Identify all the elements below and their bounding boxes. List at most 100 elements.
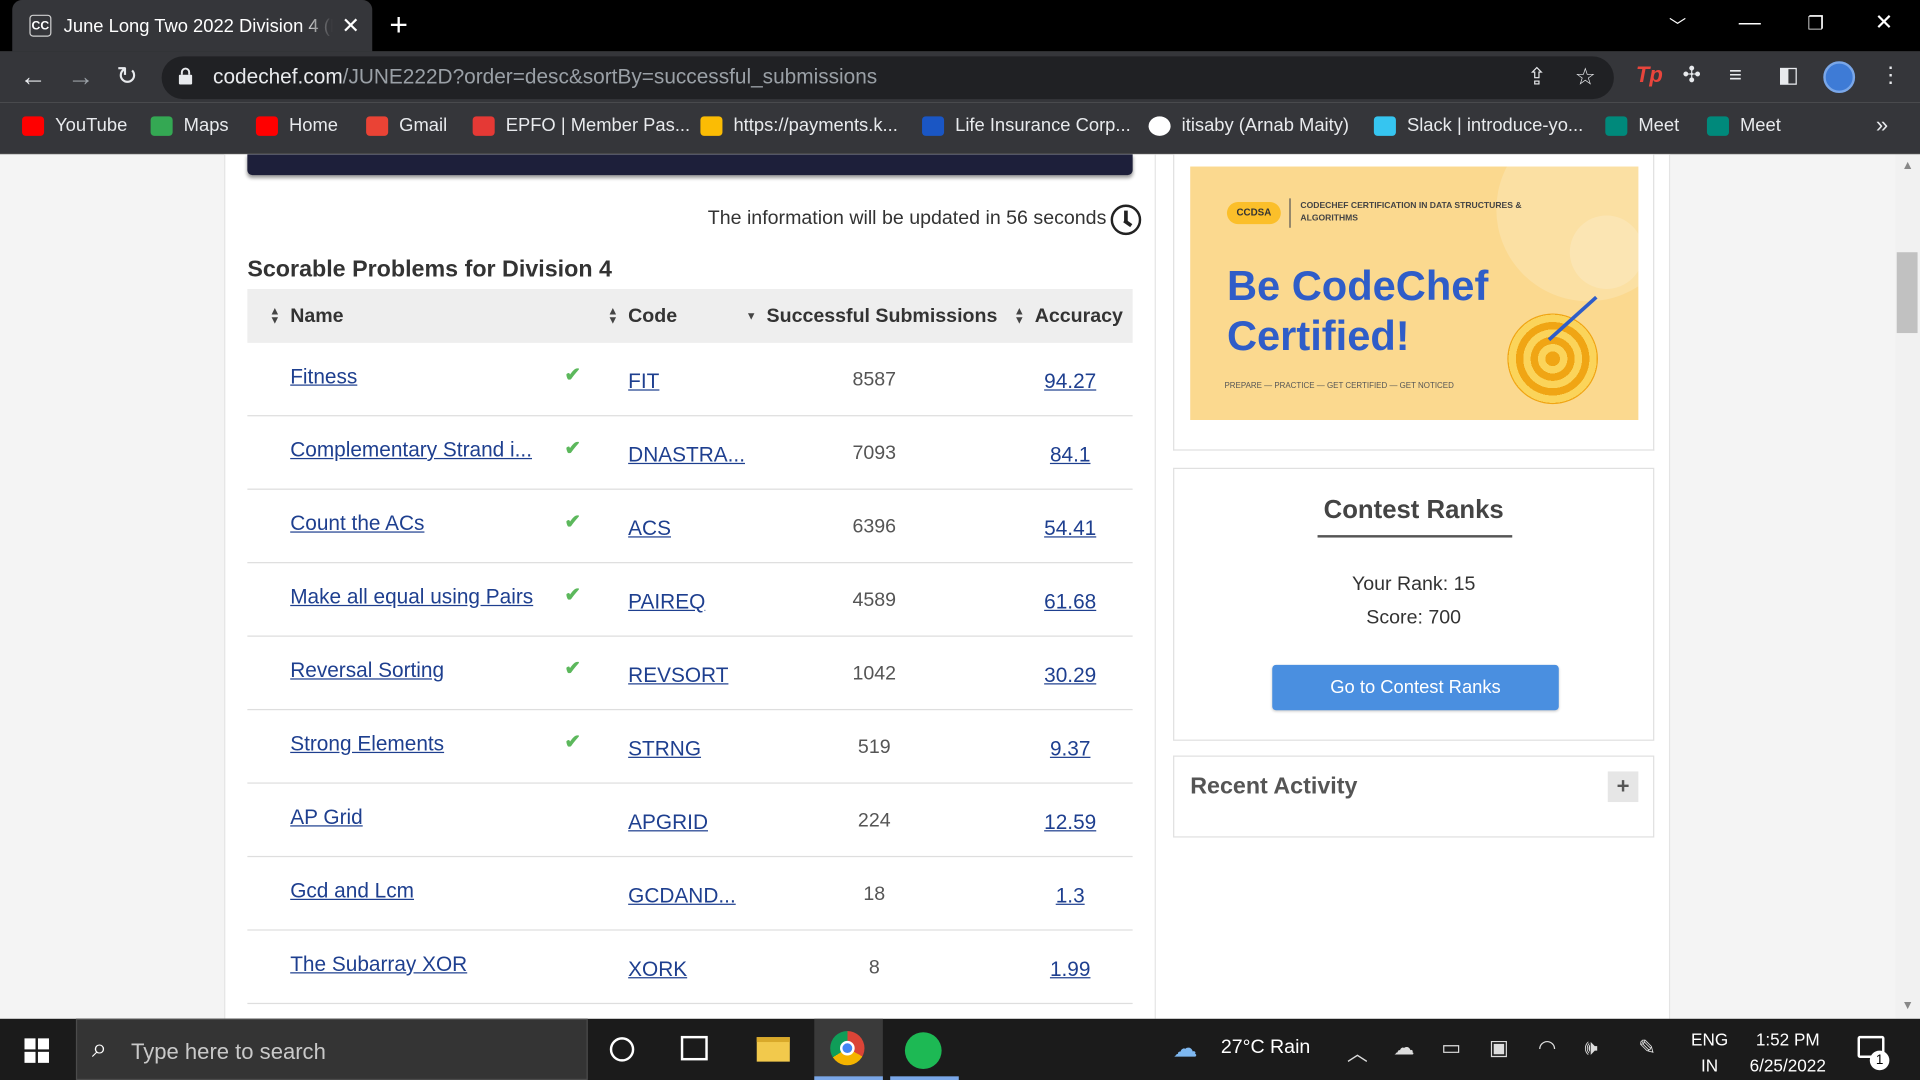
more-bookmarks-icon[interactable]: » (1876, 113, 1888, 139)
extension-tp-icon[interactable]: Tp (1636, 62, 1663, 88)
input-language[interactable]: ENG IN (1691, 1027, 1728, 1078)
certification-ad[interactable]: CCDSA CODECHEF CERTIFICATION IN DATA STR… (1190, 166, 1639, 420)
bookmark-epfo[interactable]: EPFO | Member Pas... (472, 115, 690, 136)
problem-name-link[interactable]: Gcd and Lcm (290, 879, 414, 903)
problem-name-link[interactable]: Make all equal using Pairs (290, 585, 533, 609)
new-tab-icon[interactable]: + (389, 6, 408, 44)
problem-name-link[interactable]: AP Grid (290, 806, 363, 830)
forward-icon[interactable]: → (67, 61, 94, 93)
accuracy-link[interactable]: 54.41 (1007, 517, 1134, 541)
accuracy-link[interactable]: 30.29 (1007, 664, 1134, 688)
file-explorer-icon[interactable] (756, 1037, 790, 1062)
problem-name-link[interactable]: Complementary Strand i... (290, 438, 532, 462)
column-accuracy[interactable]: Accuracy (1035, 306, 1123, 328)
problem-code-link[interactable]: REVSORT (628, 664, 728, 688)
windows-start-icon[interactable] (24, 1038, 49, 1063)
volume-icon[interactable]: 🕪 (1584, 1036, 1597, 1060)
menu-kebab-icon[interactable]: ⋮ (1880, 62, 1902, 88)
problem-code-link[interactable]: DNASTRA... (628, 443, 745, 467)
pen-icon[interactable]: ✎ (1638, 1036, 1655, 1060)
side-panel-icon[interactable]: ◧ (1778, 62, 1799, 88)
taskbar-clock[interactable]: 1:52 PM 6/25/2022 (1736, 1027, 1839, 1078)
accuracy-link[interactable]: 61.68 (1007, 590, 1134, 614)
task-view-icon[interactable] (680, 1035, 708, 1061)
bookmark-home[interactable]: Home (255, 115, 338, 136)
table-row: Gcd and Lcm GCDAND... 18 1.3 (247, 857, 1134, 931)
sort-accuracy-icon[interactable]: ▲ ▼ (1014, 306, 1025, 326)
sort-name-icon[interactable]: ▲ ▼ (269, 306, 280, 326)
problem-code-link[interactable]: PAIREQ (628, 590, 705, 614)
column-name[interactable]: Name (290, 306, 343, 328)
bookmark-star-icon[interactable]: ☆ (1575, 64, 1596, 92)
reload-icon[interactable]: ↻ (116, 61, 138, 92)
problem-name-link[interactable]: Fitness (290, 365, 357, 389)
problem-code-link[interactable]: ACS (628, 517, 671, 541)
accuracy-link[interactable]: 1.99 (1007, 958, 1134, 982)
bookmark-github[interactable]: itisaby (Arnab Maity) (1148, 115, 1349, 136)
accuracy-link[interactable]: 12.59 (1007, 811, 1134, 835)
scroll-thumb[interactable] (1896, 252, 1918, 334)
cortana-icon[interactable] (609, 1037, 635, 1062)
update-notice: The information will be updated in 56 se… (707, 208, 1107, 229)
scroll-up-icon[interactable]: ▲ (1902, 159, 1914, 172)
problem-name-link[interactable]: The Subarray XOR (290, 953, 467, 977)
tab-close-icon[interactable]: ✕ (342, 13, 360, 39)
browser-tab[interactable]: CC June Long Two 2022 Division 4 (Rated … (12, 0, 373, 52)
url-text[interactable]: codechef.com/JUNE222D?order=desc&sortBy=… (213, 65, 877, 89)
weather-rain-icon[interactable]: ☁ (1173, 1033, 1197, 1064)
sort-desc-icon[interactable]: ▼ (746, 310, 757, 321)
search-placeholder: Type here to search (131, 1039, 326, 1065)
spotify-icon[interactable] (904, 1032, 942, 1069)
problem-code-link[interactable]: GCDAND... (628, 884, 736, 908)
expand-recent-activity-button[interactable]: + (1607, 771, 1639, 803)
bookmark-slack[interactable]: Slack | introduce-yo... (1373, 115, 1583, 136)
back-icon[interactable]: ← (20, 61, 47, 93)
column-successful[interactable]: Successful Submissions (767, 306, 998, 328)
bookmark-lic[interactable]: Life Insurance Corp... (922, 115, 1131, 136)
column-code[interactable]: Code (628, 306, 677, 328)
contest-banner (247, 154, 1133, 176)
share-icon[interactable]: ⇪ (1527, 64, 1546, 92)
page-scrollbar[interactable]: ▲ ▼ (1895, 154, 1920, 1019)
wifi-icon[interactable]: ◠ (1538, 1036, 1556, 1060)
onedrive-icon[interactable]: ☁ (1393, 1036, 1414, 1060)
accuracy-link[interactable]: 9.37 (1007, 737, 1134, 761)
media-queue-icon[interactable]: ≡ (1729, 62, 1742, 88)
show-hidden-icons[interactable]: ︿ (1347, 1036, 1368, 1067)
taskbar-search-box[interactable]: ⌕ Type here to search (75, 1018, 588, 1080)
minimize-icon[interactable]: — (1739, 10, 1761, 36)
go-to-contest-ranks-button[interactable]: Go to Contest Ranks (1272, 664, 1559, 711)
address-bar[interactable]: codechef.com/JUNE222D?order=desc&sortBy=… (161, 56, 1614, 100)
bookmark-payments[interactable]: https://payments.k... (700, 115, 898, 136)
problem-code-link[interactable]: APGRID (628, 811, 708, 835)
close-window-icon[interactable]: ✕ (1875, 10, 1893, 36)
problem-code-link[interactable]: XORK (628, 958, 687, 982)
bookmark-meet-1[interactable]: Meet (1605, 115, 1679, 136)
display-icon[interactable]: ▣ (1489, 1036, 1509, 1060)
weather-text[interactable]: 27°C Rain (1221, 1037, 1311, 1059)
accuracy-link[interactable]: 84.1 (1007, 443, 1134, 467)
problem-name-link[interactable]: Reversal Sorting (290, 659, 444, 683)
extensions-puzzle-icon[interactable]: ✣ (1682, 62, 1700, 88)
bookmarks-bar: YouTube Maps Home Gmail EPFO | Member Pa… (0, 102, 1920, 155)
tab-search-icon[interactable]: ﹀ (1669, 13, 1686, 37)
problem-code-link[interactable]: STRNG (628, 737, 701, 761)
battery-icon[interactable]: ▭ (1441, 1036, 1461, 1060)
problem-name-link[interactable]: Count the ACs (290, 512, 424, 536)
bookmark-meet-2[interactable]: Meet (1706, 115, 1781, 136)
restore-icon[interactable]: ❐ (1807, 12, 1823, 34)
bookmark-youtube[interactable]: YouTube (22, 115, 127, 136)
accuracy-link[interactable]: 94.27 (1007, 370, 1134, 394)
sort-code-icon[interactable]: ▲ ▼ (607, 306, 618, 326)
chrome-taskbar-item[interactable] (814, 1018, 883, 1080)
accuracy-link[interactable]: 1.3 (1007, 884, 1134, 908)
bookmark-gmail[interactable]: Gmail (366, 115, 447, 136)
bookmark-maps[interactable]: Maps (150, 115, 229, 136)
problem-code-link[interactable]: FIT (628, 370, 659, 394)
scroll-down-icon[interactable]: ▼ (1902, 999, 1914, 1012)
profile-avatar[interactable] (1823, 61, 1856, 94)
table-row: Reversal Sorting ✔ REVSORT 1042 30.29 (247, 637, 1134, 711)
youtube-icon (255, 115, 278, 136)
problem-name-link[interactable]: Strong Elements (290, 732, 444, 756)
slack-icon (1373, 115, 1396, 136)
